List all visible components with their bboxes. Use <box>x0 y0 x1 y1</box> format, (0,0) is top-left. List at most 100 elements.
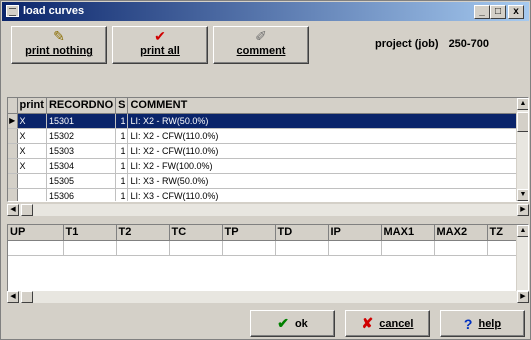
maximize-button[interactable]: □ <box>490 5 506 19</box>
comment-cell[interactable]: LI: X2 - CFW(110.0%) <box>127 143 523 159</box>
print-cell[interactable]: X <box>17 158 47 174</box>
scroll-right-arrow-icon[interactable]: ▶ <box>517 291 529 303</box>
table-row[interactable] <box>8 240 521 256</box>
minimize-button[interactable]: _ <box>474 5 490 19</box>
recordno-cell[interactable]: 15301 <box>46 113 117 129</box>
recordno-cell[interactable]: 15306 <box>46 188 117 201</box>
print-cell[interactable]: X <box>17 143 47 159</box>
records-vertical-scrollbar[interactable]: ▲ ▼ <box>516 98 528 201</box>
s-cell[interactable]: 1 <box>115 158 129 174</box>
print-all-label: print all <box>140 45 180 57</box>
row-pointer-icon: ▶ <box>8 113 18 129</box>
table-row[interactable]: X 15303 1 LI: X2 - CFW(110.0%) <box>8 143 523 159</box>
scroll-left-arrow-icon[interactable]: ◀ <box>7 204 19 216</box>
param-cell[interactable] <box>63 240 117 256</box>
row-indicator <box>8 128 18 144</box>
pencil-icon: ✎ <box>53 28 65 44</box>
print-cell[interactable]: X <box>17 113 47 129</box>
col-t2-header[interactable]: T2 <box>116 225 170 241</box>
records-horizontal-scrollbar[interactable]: ◀ ▶ <box>7 204 529 216</box>
comment-cell[interactable]: LI: X3 - CFW(110.0%) <box>127 188 523 201</box>
col-s-header[interactable]: S <box>115 98 129 114</box>
col-tp-header[interactable]: TP <box>222 225 276 241</box>
recordno-cell[interactable]: 15304 <box>46 158 117 174</box>
print-all-button[interactable]: ✔ print all <box>112 26 208 64</box>
cancel-label: cancel <box>379 317 414 330</box>
comment-label: comment <box>236 45 286 57</box>
s-cell[interactable]: 1 <box>115 188 129 201</box>
scroll-right-arrow-icon[interactable]: ▶ <box>517 204 529 216</box>
row-indicator <box>8 143 18 159</box>
col-ip-header[interactable]: IP <box>328 225 382 241</box>
col-comment-header[interactable]: COMMENT <box>127 98 523 114</box>
col-td-header[interactable]: TD <box>275 225 329 241</box>
cancel-button[interactable]: ✘ cancel <box>345 310 430 337</box>
col-max2-header[interactable]: MAX2 <box>434 225 488 241</box>
project-info: project (job) 250-700 <box>375 38 489 50</box>
s-cell[interactable]: 1 <box>115 128 129 144</box>
row-indicator <box>8 158 18 174</box>
print-cell[interactable]: X <box>17 128 47 144</box>
table-row[interactable]: 15306 1 LI: X3 - CFW(110.0%) <box>8 188 523 201</box>
print-nothing-button[interactable]: ✎ print nothing <box>11 26 107 64</box>
table-row[interactable]: X 15304 1 LI: X2 - FW(100.0%) <box>8 158 523 174</box>
row-indicator <box>8 188 18 201</box>
comment-cell[interactable]: LI: X2 - RW(50.0%) <box>127 113 523 129</box>
print-cell[interactable] <box>17 188 47 201</box>
recordno-cell[interactable]: 15305 <box>46 173 117 189</box>
param-cell[interactable] <box>222 240 276 256</box>
check-icon: ✔ <box>277 315 289 331</box>
param-cell[interactable] <box>169 240 223 256</box>
table-row[interactable]: ▶ X 15301 1 LI: X2 - RW(50.0%) <box>8 113 523 129</box>
checkmark-icon: ✔ <box>154 28 166 44</box>
help-button[interactable]: ? help <box>440 310 525 337</box>
col-t1-header[interactable]: T1 <box>63 225 117 241</box>
s-cell[interactable]: 1 <box>115 173 129 189</box>
scroll-left-arrow-icon[interactable]: ◀ <box>7 291 19 303</box>
comment-cell[interactable]: LI: X2 - CFW(110.0%) <box>127 128 523 144</box>
param-cell[interactable] <box>434 240 488 256</box>
project-label: project (job) <box>375 38 439 50</box>
parameters-header-row: UP T1 T2 TC TP TD IP MAX1 MAX2 TZ <box>8 225 521 241</box>
parameters-horizontal-scrollbar[interactable]: ◀ ▶ <box>7 291 529 303</box>
paper-icon: ✐ <box>255 28 267 44</box>
s-cell[interactable]: 1 <box>115 113 129 129</box>
param-cell[interactable] <box>275 240 329 256</box>
table-row[interactable]: X 15302 1 LI: X2 - CFW(110.0%) <box>8 128 523 144</box>
scroll-up-arrow-icon[interactable]: ▲ <box>517 225 528 237</box>
col-recordno-header[interactable]: RECORDNO <box>46 98 117 114</box>
col-tc-header[interactable]: TC <box>169 225 223 241</box>
ok-button[interactable]: ✔ ok <box>250 310 335 337</box>
scroll-thumb[interactable] <box>517 112 528 132</box>
help-label: help <box>478 317 502 330</box>
records-grid[interactable]: print RECORDNO S COMMENT ▶ X 15301 1 LI:… <box>7 97 529 202</box>
col-max1-header[interactable]: MAX1 <box>381 225 435 241</box>
row-indicator-header <box>8 98 18 114</box>
param-cell[interactable] <box>328 240 382 256</box>
window-icon <box>6 5 19 17</box>
title-bar[interactable]: load curves _ □ x <box>2 2 529 21</box>
table-row[interactable]: 15305 1 LI: X3 - RW(50.0%) <box>8 173 523 189</box>
s-cell[interactable]: 1 <box>115 143 129 159</box>
records-table: print RECORDNO S COMMENT ▶ X 15301 1 LI:… <box>8 98 523 201</box>
records-header-row: print RECORDNO S COMMENT <box>8 98 523 114</box>
col-up-header[interactable]: UP <box>8 225 64 241</box>
scroll-up-arrow-icon[interactable]: ▲ <box>517 98 528 110</box>
ok-label: ok <box>294 317 308 330</box>
close-button[interactable]: x <box>508 5 524 19</box>
comment-button[interactable]: ✐ comment <box>213 26 309 64</box>
scroll-down-arrow-icon[interactable]: ▼ <box>517 189 528 201</box>
load-curves-window: load curves _ □ x ✎ print nothing ✔ prin… <box>0 0 531 340</box>
scroll-thumb[interactable] <box>21 291 33 303</box>
col-print-header[interactable]: print <box>17 98 47 114</box>
comment-cell[interactable]: LI: X3 - RW(50.0%) <box>127 173 523 189</box>
parameters-table: UP T1 T2 TC TP TD IP MAX1 MAX2 TZ <box>8 225 521 256</box>
recordno-cell[interactable]: 15302 <box>46 128 117 144</box>
param-cell[interactable] <box>8 240 64 256</box>
scroll-thumb[interactable] <box>21 204 33 216</box>
comment-cell[interactable]: LI: X2 - FW(100.0%) <box>127 158 523 174</box>
param-cell[interactable] <box>116 240 170 256</box>
param-cell[interactable] <box>381 240 435 256</box>
recordno-cell[interactable]: 15303 <box>46 143 117 159</box>
print-cell[interactable] <box>17 173 47 189</box>
